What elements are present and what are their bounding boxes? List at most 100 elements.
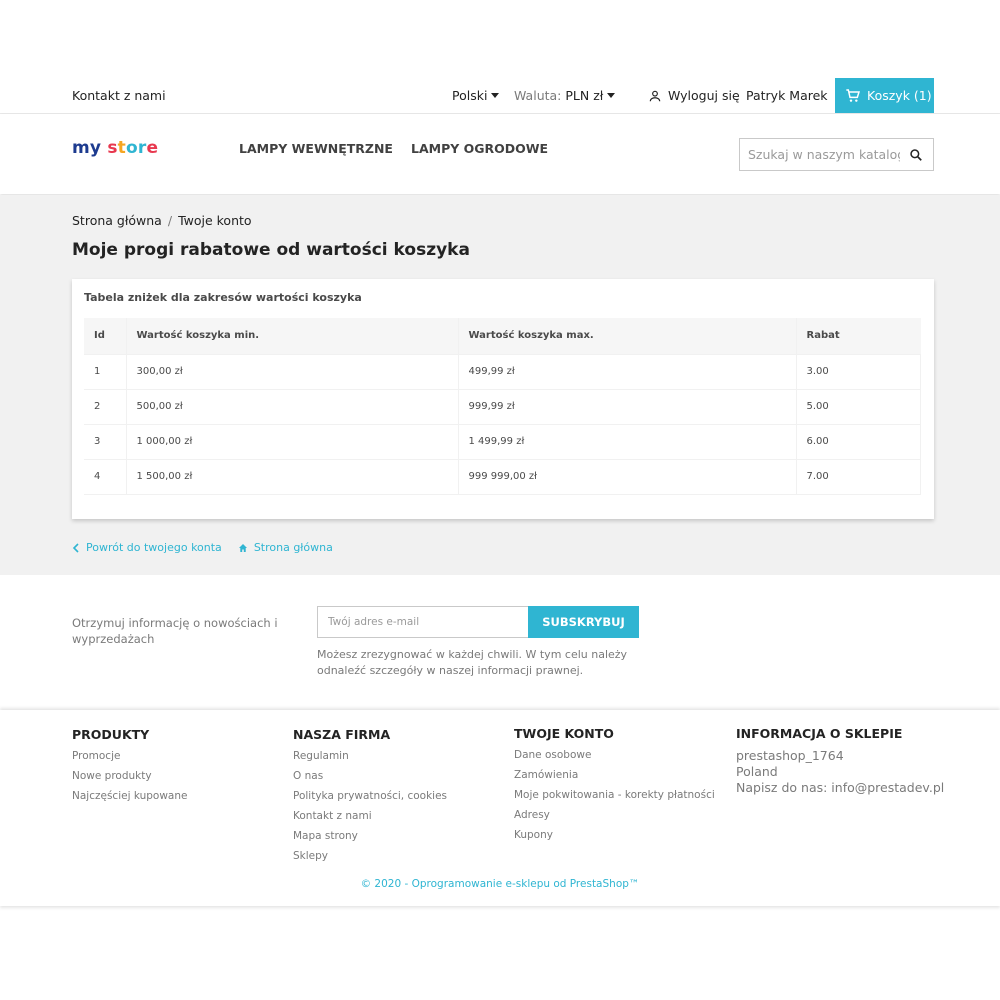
cell-discount: 5.00	[795, 389, 921, 425]
logo-part: my	[72, 138, 102, 158]
footer-heading: TWOJE KONTO	[514, 726, 614, 741]
footer-account: TWOJE KONTO Dane osobowe Zamówienia Moje…	[514, 726, 715, 848]
cell-discount: 7.00	[795, 459, 921, 495]
breadcrumb: Strona główna / Twoje konto	[72, 213, 252, 228]
subscribe-button[interactable]: SUBSKRYBUJ	[528, 606, 639, 638]
footer-link[interactable]: Mapa strony	[293, 829, 447, 849]
table-row: 1 300,00 zł 499,99 zł 3.00	[84, 354, 921, 390]
footer-link[interactable]: Regulamin	[293, 749, 447, 769]
breadcrumb-home[interactable]: Strona główna	[72, 213, 162, 228]
home-link[interactable]: Strona główna	[238, 541, 333, 554]
logo-part: s	[107, 138, 118, 158]
cell-discount: 6.00	[795, 424, 921, 460]
logout-link[interactable]: Wyloguj się	[648, 88, 740, 103]
footer-link[interactable]: Kontakt z nami	[293, 809, 447, 829]
newsletter-label: Otrzymuj informację o nowościach i wyprz…	[72, 616, 278, 646]
breadcrumb-separator: /	[167, 213, 173, 228]
main-content: Strona główna / Twoje konto Moje progi rab…	[0, 195, 1000, 575]
home-label: Strona główna	[253, 541, 333, 554]
cell-min: 1 500,00 zł	[125, 459, 458, 495]
footer-heading: PRODUKTY	[72, 727, 150, 742]
footer-link[interactable]: Dane osobowe	[514, 748, 715, 768]
caret-down-icon	[607, 93, 616, 98]
store-email: Napisz do nas: info@prestadev.pl	[736, 780, 945, 795]
footer-link[interactable]: Nowe produkty	[72, 769, 187, 789]
cart-label: Koszyk (1)	[867, 88, 932, 103]
discount-tiers-card: Tabela zniżek dla zakresów wartości kosz…	[72, 279, 934, 519]
footer-heading: INFORMACJA O SKLEPIE	[736, 726, 903, 741]
footer-products: PRODUKTY Promocje Nowe produkty Najczęśc…	[72, 727, 187, 809]
store-name: prestashop_1764	[736, 748, 844, 763]
footer-link[interactable]: Kupony	[514, 828, 715, 848]
site-footer: PRODUKTY Promocje Nowe produkty Najczęśc…	[0, 710, 1000, 906]
store-logo[interactable]: my store	[72, 138, 158, 158]
cell-max: 499,99 zł	[457, 354, 796, 390]
cell-id: 2	[84, 389, 126, 425]
top-nav-bar: Kontakt z nami Polski Waluta: PLN zł Wyl…	[0, 78, 1000, 114]
back-to-account-link[interactable]: Powrót do twojego konta	[72, 541, 222, 554]
currency-value: PLN zł	[565, 88, 604, 103]
chevron-left-icon	[72, 542, 79, 553]
table-row: 3 1 000,00 zł 1 499,99 zł 6.00	[84, 424, 921, 460]
footer-company: NASZA FIRMA Regulamin O nas Polityka pry…	[293, 727, 447, 869]
footer-link[interactable]: Adresy	[514, 808, 715, 828]
breadcrumb-account[interactable]: Twoje konto	[178, 213, 252, 228]
language-label: Polski	[452, 88, 488, 103]
cell-max: 999,99 zł	[457, 389, 796, 425]
contact-link[interactable]: Kontakt z nami	[72, 88, 166, 103]
footer-store-info: INFORMACJA O SKLEPIE prestashop_1764 Pol…	[736, 726, 944, 796]
user-icon	[649, 90, 661, 101]
logo-part: t	[117, 138, 126, 158]
footer-heading: NASZA FIRMA	[293, 727, 391, 742]
footer-link[interactable]: Zamówienia	[514, 768, 715, 788]
caret-down-icon	[491, 93, 500, 98]
logo-part: e	[146, 138, 159, 158]
currency-selector[interactable]: Waluta: PLN zł	[514, 88, 616, 103]
search-box	[739, 138, 934, 171]
store-country: Poland	[736, 764, 778, 779]
newsletter-section: Otrzymuj informację o nowościach i wyprz…	[0, 575, 1000, 710]
menu-item-garden-lamps[interactable]: LAMPY OGRODOWE	[411, 141, 548, 156]
footer-link[interactable]: Moje pokwitowania - korekty płatności	[514, 788, 715, 808]
column-header-max: Wartość koszyka max.	[457, 318, 796, 355]
copyright-link[interactable]: © 2020 - Oprogramowanie e-sklepu od Pres…	[0, 878, 1000, 890]
site-header: my store LAMPY WEWNĘTRZNE LAMPY OGRODOWE	[0, 114, 1000, 194]
newsletter-email-input[interactable]	[318, 607, 529, 637]
footer-link[interactable]: Najczęściej kupowane	[72, 789, 187, 809]
cell-id: 1	[84, 354, 126, 390]
table-row: 2 500,00 zł 999,99 zł 5.00	[84, 389, 921, 425]
newsletter-email-field	[317, 606, 529, 638]
table-row: 4 1 500,00 zł 999 999,00 zł 7.00	[84, 459, 921, 495]
language-selector[interactable]: Polski	[452, 88, 500, 103]
cart-icon	[846, 88, 860, 102]
back-to-account-label: Powrót do twojego konta	[86, 541, 222, 554]
column-header-id: Id	[84, 318, 126, 355]
cell-min: 300,00 zł	[125, 354, 458, 390]
logout-label: Wyloguj się	[668, 88, 740, 103]
footer-link[interactable]: Sklepy	[293, 849, 447, 869]
main-menu: LAMPY WEWNĘTRZNE LAMPY OGRODOWE	[239, 141, 548, 156]
cell-max: 1 499,99 zł	[457, 424, 796, 460]
footer-link[interactable]: O nas	[293, 769, 447, 789]
search-input[interactable]	[740, 139, 900, 170]
card-title: Tabela zniżek dla zakresów wartości kosz…	[84, 291, 362, 304]
footer-link[interactable]: Polityka prywatności, cookies	[293, 789, 447, 809]
cell-max: 999 999,00 zł	[457, 459, 796, 495]
currency-label: Waluta:	[514, 88, 562, 103]
cart-button[interactable]: Koszyk (1)	[835, 78, 934, 113]
account-name-link[interactable]: Patryk Marek	[746, 88, 828, 103]
home-icon	[238, 543, 247, 552]
discount-tiers-table: Id Wartość koszyka min. Wartość koszyka …	[84, 318, 921, 495]
page-title: Moje progi rabatowe od wartości koszyka	[72, 240, 470, 260]
column-header-min: Wartość koszyka min.	[125, 318, 458, 355]
newsletter-note: Możesz zrezygnować w każdej chwili. W ty…	[317, 648, 628, 677]
cell-min: 500,00 zł	[125, 389, 458, 425]
table-header-row: Id Wartość koszyka min. Wartość koszyka …	[84, 318, 921, 355]
account-links: Powrót do twojego konta Strona główna	[72, 541, 333, 554]
column-header-discount: Rabat	[795, 318, 921, 355]
cell-min: 1 000,00 zł	[125, 424, 458, 460]
menu-item-indoor-lamps[interactable]: LAMPY WEWNĘTRZNE	[239, 141, 393, 156]
footer-link[interactable]: Promocje	[72, 749, 187, 769]
cell-id: 3	[84, 424, 126, 460]
search-icon[interactable]	[909, 148, 923, 162]
